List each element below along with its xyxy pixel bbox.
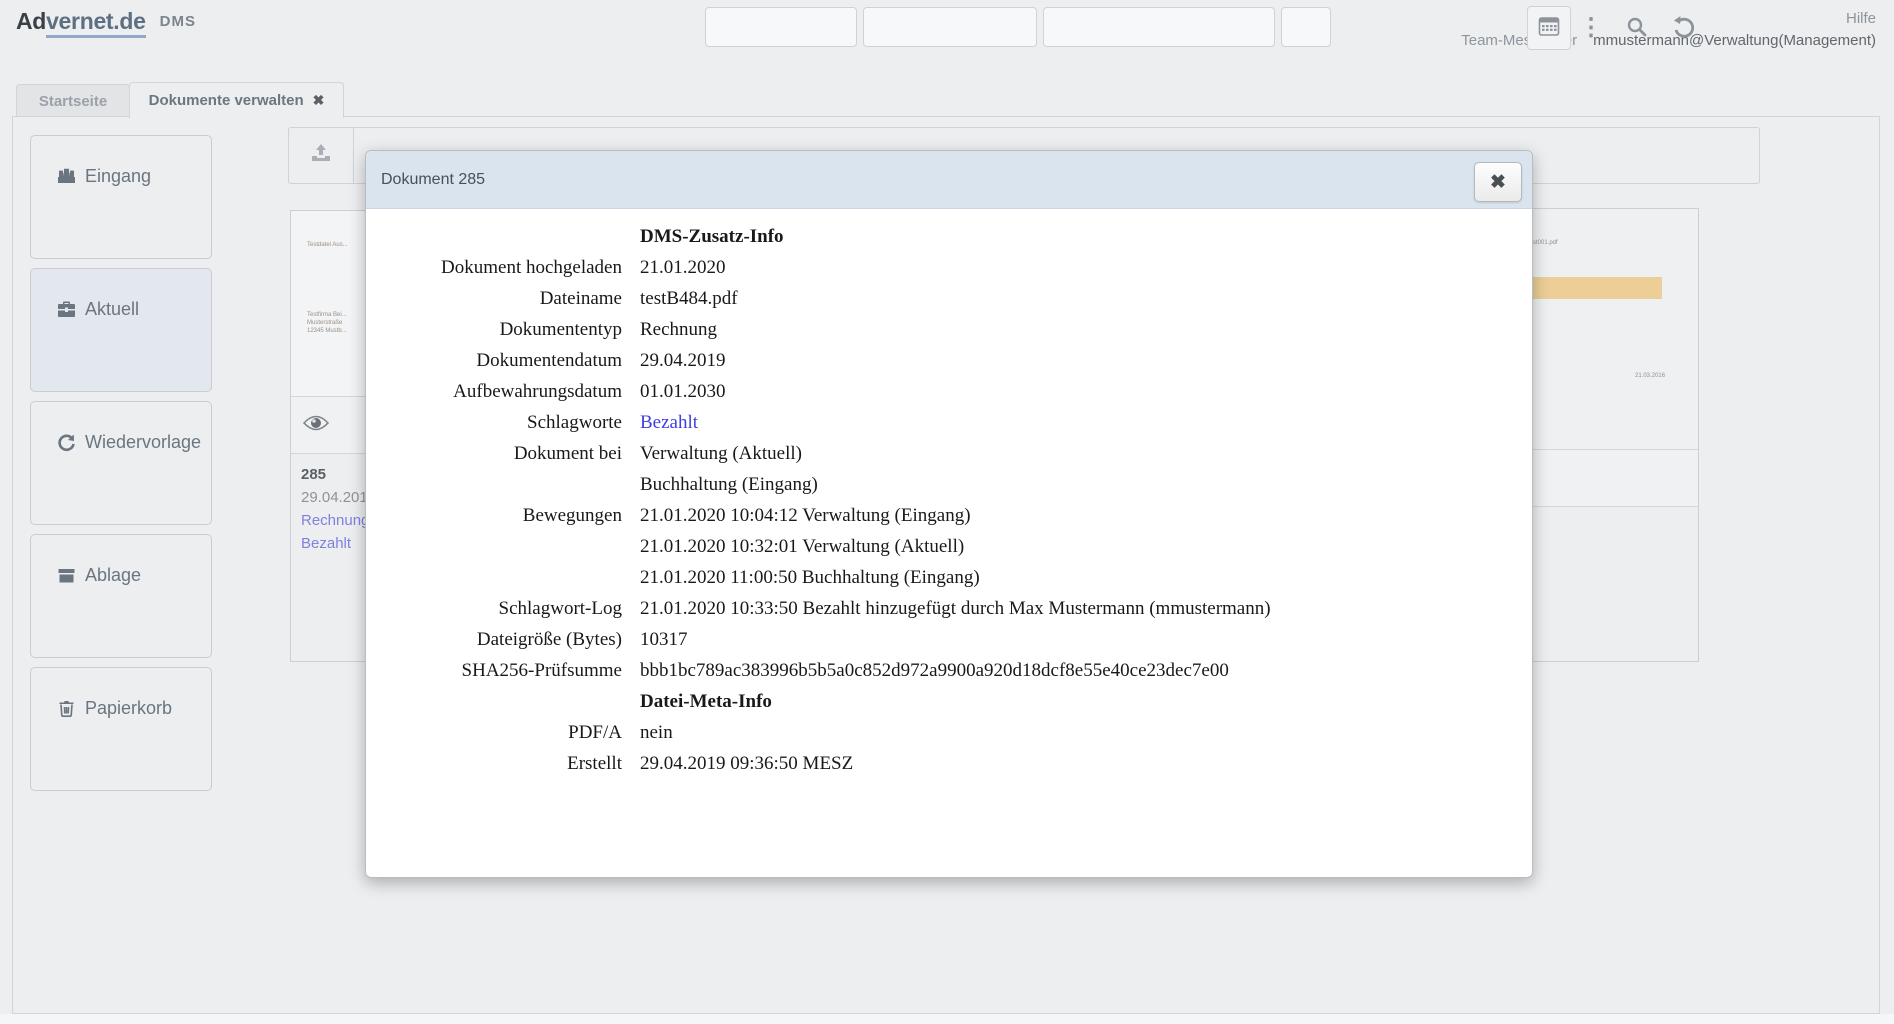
modal-row: Dokument hochgeladen 21.01.2020	[366, 252, 1532, 283]
modal-row-label: SHA256-Prüfsumme	[366, 655, 622, 686]
modal-row: PDF/A nein	[366, 717, 1532, 748]
logo-dms-label: DMS	[160, 13, 196, 30]
modal-row-value: testB484.pdf	[640, 283, 738, 314]
modal-row-value: 29.04.2019 09:36:50 MESZ	[640, 748, 853, 779]
modal-row: Dokumententyp Rechnung	[366, 314, 1532, 345]
thumbnail-address-text: Testfirma Bei... Musterstraße 12345 Must…	[307, 311, 347, 335]
filter-input-3[interactable]	[1043, 7, 1275, 47]
sidebar-label: Ablage	[85, 565, 141, 586]
kebab-menu-icon[interactable]: ⋮	[1570, 6, 1612, 48]
page-footer-strip	[0, 1014, 1894, 1024]
trash-icon	[57, 699, 76, 718]
modal-row-label: PDF/A	[366, 717, 622, 748]
logo-ad: Ad	[16, 8, 46, 34]
redo-icon	[57, 433, 76, 452]
modal-row-value-link[interactable]: Bezahlt	[640, 407, 698, 438]
modal-row-label: Dokument hochgeladen	[366, 252, 622, 283]
modal-row-label: Dateiname	[366, 283, 622, 314]
modal-row: Aufbewahrungsdatum 01.01.2030	[366, 376, 1532, 407]
undo-icon[interactable]	[1663, 6, 1705, 48]
tab-startseite[interactable]: Startseite	[16, 84, 130, 117]
sidebar-item-eingang[interactable]: Eingang	[30, 135, 212, 259]
eye-icon[interactable]	[303, 414, 329, 437]
modal-row: Dokumentendatum 29.04.2019	[366, 345, 1532, 376]
modal-row-value: Verwaltung (Aktuell)Buchhaltung (Eingang…	[640, 438, 818, 500]
modal-row: Schlagwort-Log 21.01.2020 10:33:50 Bezahl…	[366, 593, 1532, 624]
sidebar-item-papierkorb[interactable]: Papierkorb	[30, 667, 212, 791]
inbox-icon	[57, 167, 76, 186]
document-info-dialog: Dokument 285 ✖ DMS-Zusatz-InfoDokument h…	[365, 150, 1533, 878]
thumbnail-text: Testdatei Aus...	[307, 241, 348, 249]
modal-row-value: 21.01.2020	[640, 252, 726, 283]
sidebar-label: Papierkorb	[85, 698, 172, 719]
modal-row-value: 29.04.2019	[640, 345, 726, 376]
modal-row-label: Bewegungen	[366, 500, 622, 593]
modal-row-label: Erstellt	[366, 748, 622, 779]
modal-row-value: 01.01.2030	[640, 376, 726, 407]
modal-row: SHA256-Prüfsumme bbb1bc789ac383996b5b5a0c…	[366, 655, 1532, 686]
modal-row-value: 10317	[640, 624, 688, 655]
modal-row-label: Aufbewahrungsdatum	[366, 376, 622, 407]
upload-icon	[310, 143, 332, 168]
dialog-close-button[interactable]: ✖	[1474, 162, 1522, 202]
archive-icon	[57, 566, 76, 585]
search-icon[interactable]	[1616, 6, 1658, 48]
tab-dokumente-verwalten[interactable]: Dokumente verwalten ✖	[129, 82, 344, 118]
modal-row-value: 21.01.2020 10:33:50 Bezahlt hinzugefügt …	[640, 593, 1271, 624]
modal-row-label: Dokument bei	[366, 438, 622, 500]
dialog-title: Dokument 285	[381, 171, 485, 189]
modal-row-label: Schlagwort-Log	[366, 593, 622, 624]
modal-section-header: DMS-Zusatz-Info	[640, 221, 1532, 252]
modal-row-value: nein	[640, 717, 673, 748]
modal-row-value: Rechnung	[640, 314, 717, 345]
filter-input-4[interactable]	[1281, 7, 1331, 47]
dialog-body: DMS-Zusatz-Info Dokument hochgeladen 21.01…	[366, 209, 1532, 779]
modal-row-label: Dokumentendatum	[366, 345, 622, 376]
filter-input-1[interactable]	[705, 7, 857, 47]
sidebar-label: Wiedervorlage	[85, 432, 201, 453]
app-logo: Advernet.de DMS	[16, 8, 196, 35]
sidebar-item-ablage[interactable]: Ablage	[30, 534, 212, 658]
thumbnail-date: 21.03.2016	[1635, 372, 1665, 380]
dialog-header: Dokument 285 ✖	[366, 151, 1532, 209]
modal-row: Dateigröße (Bytes) 10317	[366, 624, 1532, 655]
calendar-button[interactable]	[1527, 6, 1571, 50]
logo-vernet: vernet.de	[46, 8, 146, 38]
modal-row-label: Schlagworte	[366, 407, 622, 438]
sidebar-item-wiedervorlage[interactable]: Wiedervorlage	[30, 401, 212, 525]
sidebar-label: Eingang	[85, 166, 151, 187]
tab-close-icon[interactable]: ✖	[313, 92, 325, 109]
help-link[interactable]: Hilfe	[1846, 10, 1876, 27]
filter-input-2[interactable]	[863, 7, 1037, 47]
modal-row-label: Dateigröße (Bytes)	[366, 624, 622, 655]
tab-dokumente-label: Dokumente verwalten	[149, 92, 304, 109]
modal-row: Schlagworte Bezahlt	[366, 407, 1532, 438]
sidebar-item-aktuell[interactable]: Aktuell	[30, 268, 212, 392]
modal-row-label: Dokumententyp	[366, 314, 622, 345]
modal-row: Dokument bei Verwaltung (Aktuell)Buchhalt…	[366, 438, 1532, 500]
briefcase-icon	[57, 300, 76, 319]
tab-startseite-label: Startseite	[39, 93, 107, 110]
modal-row: Bewegungen21.01.2020 10:04:12 Verwaltung…	[366, 500, 1532, 593]
calendar-icon	[1538, 15, 1560, 42]
upload-button[interactable]	[289, 128, 354, 183]
sidebar-label: Aktuell	[85, 299, 139, 320]
modal-row: Dateiname testB484.pdf	[366, 283, 1532, 314]
modal-row-value: bbb1bc789ac383996b5b5a0c852d972a9900a920…	[640, 655, 1229, 686]
modal-row: Erstellt 29.04.2019 09:36:50 MESZ	[366, 748, 1532, 779]
modal-row-value: 21.01.2020 10:04:12 Verwaltung (Eingang)…	[640, 500, 980, 593]
modal-section-header: Datei-Meta-Info	[640, 686, 1532, 717]
app-screen: Advernet.deDMS Hilfe Team-Messengermmust…	[0, 0, 1894, 1024]
